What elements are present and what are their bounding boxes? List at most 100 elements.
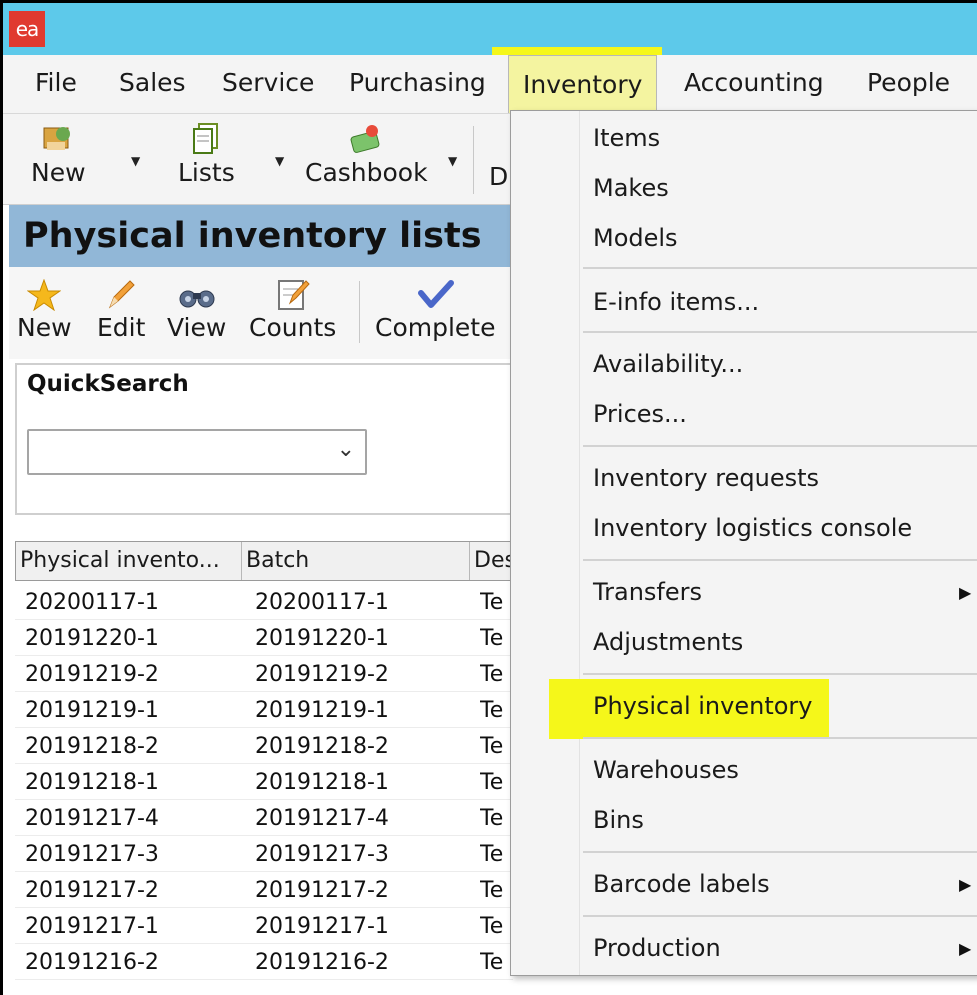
column-header-description[interactable]: Des	[470, 542, 514, 580]
cell-batch: 20191219-1	[255, 698, 389, 723]
submenu-arrow-icon: ▶	[959, 939, 972, 958]
cell-physical-inventory: 20191218-1	[25, 770, 159, 795]
table-row[interactable]: 20200117-1 20200117-1 Te	[15, 583, 513, 620]
table-row[interactable]: 20191220-1 20191220-1 Te	[15, 619, 513, 656]
lists-button[interactable]: Lists	[178, 120, 235, 190]
cell-batch: 20191216-2	[255, 950, 389, 975]
menu-sales[interactable]: Sales	[119, 67, 186, 99]
cell-physical-inventory: 20200117-1	[25, 590, 159, 615]
cell-physical-inventory: 20191220-1	[25, 626, 159, 651]
cell-description: Te	[480, 590, 504, 615]
quicksearch-label: QuickSearch	[27, 371, 189, 397]
cell-batch: 20191217-4	[255, 806, 389, 831]
menu-item-availability[interactable]: Availability...	[593, 347, 743, 381]
menu-accounting[interactable]: Accounting	[684, 67, 824, 99]
table-row[interactable]: 20191219-1 20191219-1 Te	[15, 691, 513, 728]
menu-item-e-info-items[interactable]: E-info items...	[593, 285, 759, 319]
menu-item-items[interactable]: Items	[593, 121, 660, 155]
column-header-batch[interactable]: Batch	[242, 542, 470, 580]
cell-batch: 20191220-1	[255, 626, 389, 651]
panel-toolbar: New Edit View Counts Complete	[9, 267, 513, 359]
cell-description: Te	[480, 806, 504, 831]
cell-physical-inventory: 20191217-1	[25, 914, 159, 939]
page-title: Physical inventory lists	[9, 205, 513, 267]
cell-physical-inventory: 20191217-3	[25, 842, 159, 867]
table-row[interactable]: 20191218-1 20191218-1 Te	[15, 763, 513, 800]
cell-batch: 20191218-1	[255, 770, 389, 795]
menu-item-warehouses[interactable]: Warehouses	[593, 753, 739, 787]
toolbar-separator	[473, 126, 474, 194]
panel-counts-button[interactable]: Counts	[249, 277, 336, 345]
cell-batch: 20191219-2	[255, 662, 389, 687]
menu-item-models[interactable]: Models	[593, 221, 678, 255]
cashbook-button[interactable]: Cashbook	[305, 120, 428, 190]
menu-people[interactable]: People	[867, 67, 950, 99]
new-icon	[31, 120, 86, 156]
menu-inventory[interactable]: Inventory	[508, 55, 658, 113]
menu-item-bins[interactable]: Bins	[593, 803, 644, 837]
menu-item-adjustments[interactable]: Adjustments	[593, 625, 743, 659]
title-bar: ea	[3, 3, 977, 55]
menu-item-barcode-labels[interactable]: Barcode labels	[593, 867, 770, 901]
cell-description: Te	[480, 698, 504, 723]
menu-separator	[583, 445, 977, 447]
cell-batch: 20200117-1	[255, 590, 389, 615]
panel-edit-button[interactable]: Edit	[97, 277, 145, 345]
cell-batch: 20191217-1	[255, 914, 389, 939]
menu-purchasing[interactable]: Purchasing	[349, 67, 486, 99]
table-row[interactable]: 20191218-2 20191218-2 Te	[15, 727, 513, 764]
menu-item-prices[interactable]: Prices...	[593, 397, 687, 431]
cell-physical-inventory: 20191218-2	[25, 734, 159, 759]
menu-item-makes[interactable]: Makes	[593, 171, 669, 205]
quicksearch-select[interactable]: ⌄	[27, 429, 367, 475]
table-row[interactable]: 20191217-1 20191217-1 Te	[15, 907, 513, 944]
pencil-icon	[97, 277, 145, 311]
new-dropdown-caret-icon[interactable]: ▼	[131, 154, 140, 168]
cell-batch: 20191217-2	[255, 878, 389, 903]
menu-bar: File Sales Service Purchasing Inventory …	[3, 55, 977, 114]
menu-item-inventory-requests[interactable]: Inventory requests	[593, 461, 819, 495]
cell-description: Te	[480, 950, 504, 975]
cashbook-icon	[305, 120, 428, 156]
menu-separator	[583, 915, 977, 917]
cell-physical-inventory: 20191217-4	[25, 806, 159, 831]
menu-separator	[583, 267, 977, 269]
panel-toolbar-separator	[359, 281, 360, 343]
chevron-down-icon: ⌄	[336, 437, 355, 462]
menu-separator	[583, 559, 977, 561]
menu-file[interactable]: File	[35, 67, 77, 99]
cell-physical-inventory: 20191219-2	[25, 662, 159, 687]
panel-new-button[interactable]: New	[17, 277, 72, 345]
menu-item-transfers[interactable]: Transfers	[593, 575, 702, 609]
table-row[interactable]: 20191217-3 20191217-3 Te	[15, 835, 513, 872]
counts-icon	[249, 277, 336, 311]
submenu-arrow-icon: ▶	[959, 875, 972, 894]
cell-description: Te	[480, 662, 504, 687]
table-row[interactable]: 20191217-4 20191217-4 Te	[15, 799, 513, 836]
lists-dropdown-caret-icon[interactable]: ▼	[275, 154, 284, 168]
column-header-physical-inventory[interactable]: Physical invento...	[16, 542, 242, 580]
panel-view-button[interactable]: View	[167, 277, 226, 345]
menu-item-production[interactable]: Production	[593, 931, 721, 965]
panel-complete-button[interactable]: Complete	[375, 277, 495, 345]
cell-description: Te	[480, 626, 504, 651]
submenu-arrow-icon: ▶	[959, 583, 972, 602]
overflow-toolbar-button[interactable]: D	[489, 160, 508, 194]
cell-description: Te	[480, 878, 504, 903]
menu-icon-gutter	[579, 111, 580, 975]
menu-item-inventory-logistics-console[interactable]: Inventory logistics console	[593, 511, 912, 545]
menu-service[interactable]: Service	[222, 67, 314, 99]
cell-description: Te	[480, 734, 504, 759]
new-button[interactable]: New	[31, 120, 86, 190]
table-row[interactable]: 20191216-2 20191216-2 Te	[15, 943, 513, 980]
cell-batch: 20191218-2	[255, 734, 389, 759]
quicksearch-panel: QuickSearch ⌄	[15, 363, 515, 515]
cashbook-dropdown-caret-icon[interactable]: ▼	[448, 154, 457, 168]
table-row[interactable]: 20191217-2 20191217-2 Te	[15, 871, 513, 908]
main-toolbar: New ▼ Lists ▼ Cashbook ▼ D	[3, 114, 513, 205]
menu-item-physical-inventory[interactable]: Physical inventory	[593, 689, 812, 723]
table-row[interactable]: 20191219-2 20191219-2 Te	[15, 655, 513, 692]
cell-batch: 20191217-3	[255, 842, 389, 867]
cell-description: Te	[480, 842, 504, 867]
lists-icon	[178, 120, 235, 156]
